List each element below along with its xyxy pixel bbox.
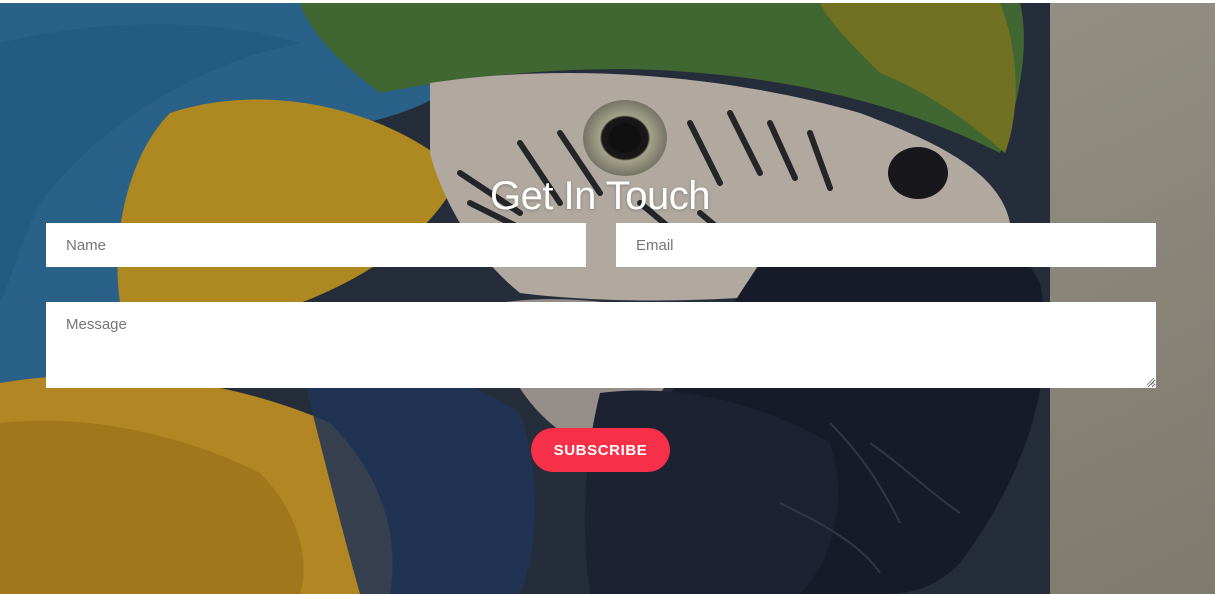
background-dim-overlay (0, 3, 1215, 594)
contact-section: Get In Touch (0, 3, 1215, 594)
section-title: Get In Touch (489, 174, 711, 219)
email-input[interactable] (616, 223, 1156, 267)
subscribe-button[interactable]: SUBSCRIBE (531, 428, 670, 472)
name-input[interactable] (46, 223, 586, 267)
message-textarea[interactable] (46, 302, 1156, 388)
